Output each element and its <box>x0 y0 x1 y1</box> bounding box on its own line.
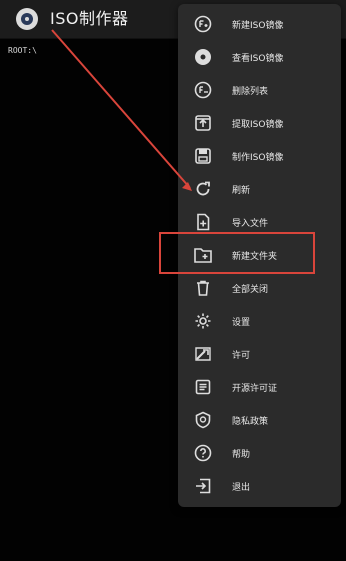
disc-icon[interactable] <box>16 8 38 30</box>
menu-item-label: 全部关闭 <box>232 284 269 295</box>
menu-item-exit[interactable]: 退出 <box>178 470 341 502</box>
make-iso-icon <box>192 145 214 167</box>
menu-item-label: 删除列表 <box>232 86 269 97</box>
menu-item-label: 隐私政策 <box>232 416 269 427</box>
menu-item-label: 查看ISO镜像 <box>232 53 284 64</box>
menu-item-label: 许可 <box>232 350 251 361</box>
app-title: ISO制作器 <box>50 9 129 28</box>
new-iso-icon <box>192 13 214 35</box>
menu-item-label: 刷新 <box>232 185 251 196</box>
view-iso-icon <box>192 46 214 68</box>
extract-iso-icon <box>192 112 214 134</box>
menu-item-new-iso[interactable]: 新建ISO镜像 <box>178 8 341 40</box>
app-screen: ISO制作器 ROOT:\ 新建ISO镜像 查看ISO镜像 删除列表 提取ISO… <box>0 0 346 561</box>
delete-list-icon <box>192 79 214 101</box>
menu-item-settings[interactable]: 设置 <box>178 305 341 337</box>
menu-item-extract-iso[interactable]: 提取ISO镜像 <box>178 107 341 139</box>
new-folder-highlight-box <box>159 232 315 274</box>
exit-icon <box>192 475 214 497</box>
menu-item-open-source-license[interactable]: 开源许可证 <box>178 371 341 403</box>
menu-item-refresh[interactable]: 刷新 <box>178 173 341 205</box>
trash-icon <box>192 277 214 299</box>
privacy-icon <box>192 409 214 431</box>
menu-item-label: 提取ISO镜像 <box>232 119 284 130</box>
menu-item-label: 制作ISO镜像 <box>232 152 284 163</box>
menu-item-make-iso[interactable]: 制作ISO镜像 <box>178 140 341 172</box>
menu-item-label: 开源许可证 <box>232 383 278 394</box>
license-icon <box>192 343 214 365</box>
gear-icon <box>192 310 214 332</box>
menu-item-privacy-policy[interactable]: 隐私政策 <box>178 404 341 436</box>
current-path: ROOT:\ <box>8 46 37 55</box>
menu-item-close-all[interactable]: 全部关闭 <box>178 272 341 304</box>
menu-item-license[interactable]: 许可 <box>178 338 341 370</box>
menu-item-view-iso[interactable]: 查看ISO镜像 <box>178 41 341 73</box>
menu-item-label: 新建ISO镜像 <box>232 20 284 31</box>
open-source-license-icon <box>192 376 214 398</box>
import-file-icon <box>192 211 214 233</box>
menu-item-label: 退出 <box>232 482 251 493</box>
menu-item-label: 设置 <box>232 317 251 328</box>
menu-item-delete-list[interactable]: 删除列表 <box>178 74 341 106</box>
help-icon <box>192 442 214 464</box>
menu-item-label: 帮助 <box>232 449 251 460</box>
menu-item-help[interactable]: 帮助 <box>178 437 341 469</box>
refresh-icon <box>192 178 214 200</box>
menu-item-label: 导入文件 <box>232 218 269 229</box>
